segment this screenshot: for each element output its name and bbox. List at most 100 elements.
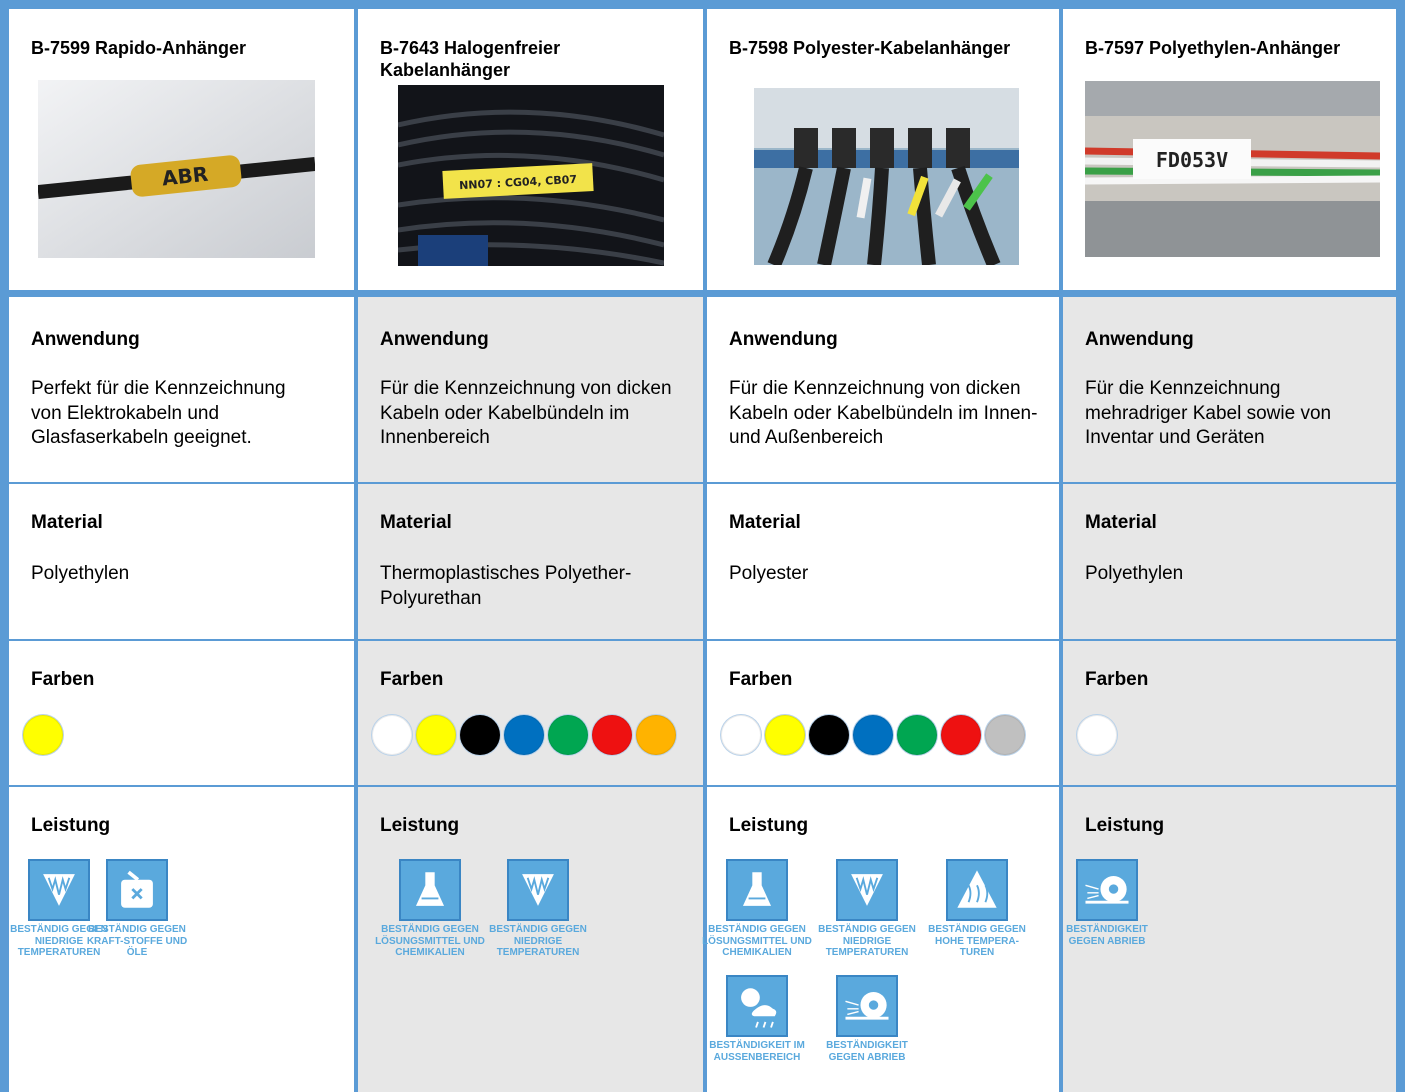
color-swatch (853, 715, 893, 755)
performance-item: BESTÄNDIG GEGEN LÖSUNGSMITTEL UND CHEMIK… (374, 859, 486, 959)
color-swatch (897, 715, 937, 755)
material-text: Polyester (729, 563, 809, 584)
performance-label: BESTÄNDIG GEGEN LÖSUNGSMITTEL UND CHEMIK… (702, 924, 812, 958)
product-title: B-7597 Polyethylen-Anhänger (1085, 38, 1341, 58)
color-swatch (765, 715, 805, 755)
product-photo: ABR (38, 80, 315, 258)
color-swatch (941, 715, 981, 755)
application-heading: Anwendung (31, 329, 140, 350)
material-heading: Material (380, 512, 452, 533)
performance-label: BESTÄNDIGKEIT IM AUSSENBEREICH (709, 1040, 805, 1063)
color-swatch (548, 715, 588, 755)
performance-cell-3: Leistung BESTÄNDIG GEGEN LÖSUNGSMITTEL U… (702, 787, 1059, 1092)
performance-item: BESTÄNDIGKEIT GEGEN ABRIEB (1051, 859, 1163, 947)
application-text: Für die Kennzeichnung von dicken Kabeln … (380, 378, 672, 448)
material-text: Thermoplastisches Polyether-Polyurethan (380, 563, 632, 609)
color-swatch (504, 715, 544, 755)
performance-item: BESTÄNDIG GEGEN NIEDRIGE TEMPERATUREN (482, 859, 594, 959)
colors-cell-1: Farben (9, 641, 354, 785)
product-cell-2: B-7643 Halogenfreier Kabelanhänger NN07 … (358, 9, 703, 290)
material-text: Polyethylen (1085, 563, 1184, 584)
color-swatches (23, 715, 63, 755)
color-swatches (1077, 715, 1117, 755)
product-title: B-7598 Polyester-Kabelanhänger (729, 38, 1011, 58)
application-cell-1: Anwendung Perfekt für die Kennzeichnung … (9, 297, 354, 482)
material-cell-2: Material Thermoplastisches Polyether-Pol… (358, 484, 703, 639)
low-temperature-icon (507, 859, 569, 921)
performance-label: BESTÄNDIG GEGEN NIEDRIGE TEMPERATUREN (818, 924, 916, 958)
color-swatch (809, 715, 849, 755)
color-swatch (23, 715, 63, 755)
product-cell-1: B-7599 Rapido-Anhänger ABR (9, 9, 354, 290)
performance-item: BESTÄNDIGKEIT IM AUSSENBEREICH (701, 975, 813, 1063)
color-swatch (1077, 715, 1117, 755)
performance-label: BESTÄNDIGKEIT GEGEN ABRIEB (1066, 924, 1148, 947)
application-cell-4: Anwendung Für die Kennzeichnung mehradri… (1063, 297, 1396, 482)
material-text: Polyethylen (31, 563, 130, 584)
color-swatches (721, 715, 1025, 755)
material-heading: Material (1085, 512, 1157, 533)
product-photo: NN07 : CG04, CB07 (398, 85, 664, 266)
low-temperature-icon (836, 859, 898, 921)
color-swatches (372, 715, 676, 755)
color-swatch (636, 715, 676, 755)
material-cell-4: Material Polyethylen (1063, 484, 1396, 639)
performance-label: BESTÄNDIG GEGEN LÖSUNGSMITTEL UND CHEMIK… (375, 924, 485, 958)
high-temperature-icon (946, 859, 1008, 921)
fuel-oil-icon (106, 859, 168, 921)
product-title: B-7599 Rapido-Anhänger (31, 38, 247, 58)
photo-tag-text: FD053V (1156, 148, 1228, 172)
color-swatch (416, 715, 456, 755)
performance-cell-1: Leistung BESTÄNDIG GEGEN NIEDRIGE TEMPER… (9, 787, 354, 1092)
color-swatch (460, 715, 500, 755)
application-heading: Anwendung (380, 329, 489, 350)
abrasion-icon (836, 975, 898, 1037)
performance-heading: Leistung (1085, 815, 1165, 836)
colors-cell-3: Farben (707, 641, 1059, 785)
performance-item: BESTÄNDIG GEGEN KRAFT-STOFFE UND ÖLE (81, 859, 193, 959)
outdoor-weather-icon (726, 975, 788, 1037)
colors-heading: Farben (1085, 669, 1149, 690)
product-cell-3: B-7598 Polyester-Kabelanhänger (707, 9, 1059, 290)
performance-label: BESTÄNDIG GEGEN HOHE TEMPERA-TUREN (928, 924, 1026, 958)
photo-tag-text: ABR (161, 162, 209, 191)
product-cell-4: B-7597 Polyethylen-Anhänger FD053V (1063, 9, 1396, 290)
application-text: Für die Kennzeichnung von dicken Kabeln … (729, 378, 1038, 448)
color-swatch (985, 715, 1025, 755)
application-cell-2: Anwendung Für die Kennzeichnung von dick… (358, 297, 703, 482)
performance-label: BESTÄNDIG GEGEN NIEDRIGE TEMPERATUREN (489, 924, 587, 958)
colors-heading: Farben (380, 669, 444, 690)
colors-cell-4: Farben (1063, 641, 1396, 785)
colors-cell-2: Farben (358, 641, 703, 785)
application-text: Für die Kennzeichnung mehradriger Kabel … (1085, 378, 1332, 448)
product-title: B-7643 Halogenfreier Kabelanhänger (380, 38, 561, 80)
color-swatch (721, 715, 761, 755)
material-cell-1: Material Polyethylen (9, 484, 354, 639)
product-photo: FD053V (1085, 81, 1380, 257)
material-heading: Material (729, 512, 801, 533)
performance-item: BESTÄNDIG GEGEN HOHE TEMPERA-TUREN (921, 859, 1033, 959)
performance-cell-4: Leistung BESTÄNDIGKEIT GEGEN ABRIEB (1063, 787, 1396, 1092)
performance-item: BESTÄNDIG GEGEN NIEDRIGE TEMPERATUREN (811, 859, 923, 959)
performance-label: BESTÄNDIG GEGEN KRAFT-STOFFE UND ÖLE (86, 924, 188, 958)
performance-item: BESTÄNDIG GEGEN LÖSUNGSMITTEL UND CHEMIK… (701, 859, 813, 959)
performance-label: BESTÄNDIGKEIT GEGEN ABRIEB (826, 1040, 908, 1063)
solvent-flask-icon (726, 859, 788, 921)
application-text: Perfekt für die Kennzeichnung von Elektr… (31, 378, 286, 448)
performance-cell-2: Leistung BESTÄNDIG GEGEN LÖSUNGSMITTEL U… (358, 787, 703, 1092)
performance-heading: Leistung (380, 815, 460, 836)
color-swatch (372, 715, 412, 755)
color-swatch (592, 715, 632, 755)
colors-heading: Farben (31, 669, 95, 690)
colors-heading: Farben (729, 669, 793, 690)
solvent-flask-icon (399, 859, 461, 921)
performance-item: BESTÄNDIGKEIT GEGEN ABRIEB (811, 975, 923, 1063)
application-heading: Anwendung (1085, 329, 1194, 350)
performance-heading: Leistung (729, 815, 809, 836)
material-heading: Material (31, 512, 103, 533)
product-photo (754, 88, 1019, 265)
comparison-table: B-7599 Rapido-Anhänger ABR B-7643 Haloge… (0, 0, 1405, 1092)
application-cell-3: Anwendung Für die Kennzeichnung von dick… (707, 297, 1059, 482)
application-heading: Anwendung (729, 329, 838, 350)
material-cell-3: Material Polyester (707, 484, 1059, 639)
